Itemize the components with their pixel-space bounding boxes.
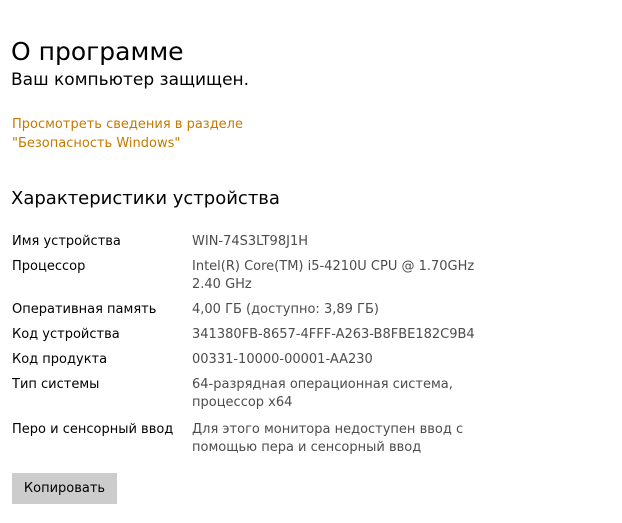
- spec-label: Перо и сенсорный ввод: [12, 422, 174, 437]
- spec-value: 341380FB-8657-4FFF-A263-B8FBE182C9B4: [192, 327, 475, 342]
- spec-label: Оперативная память: [12, 302, 157, 317]
- spec-label: Тип системы: [12, 377, 100, 392]
- spec-label: Код устройства: [12, 327, 120, 342]
- device-specs-title: Характеристики устройства: [11, 188, 280, 209]
- copy-button[interactable]: Копировать: [12, 473, 117, 504]
- protection-status: Ваш компьютер защищен.: [11, 70, 250, 90]
- spec-value: Intel(R) Core(TM) i5-4210U CPU @ 1.70GHz…: [192, 259, 475, 292]
- about-page: О программе Ваш компьютер защищен. Просм…: [0, 0, 622, 523]
- spec-label: Имя устройства: [12, 234, 121, 249]
- spec-value: Для этого монитора недоступен ввод с пом…: [192, 422, 464, 455]
- windows-security-link[interactable]: Просмотреть сведения в разделе "Безопасн…: [12, 115, 342, 153]
- spec-value: WIN-74S3LT98J1H: [192, 234, 308, 249]
- spec-label: Процессор: [12, 259, 86, 274]
- spec-value: 4,00 ГБ (доступно: 3,89 ГБ): [192, 302, 379, 317]
- spec-value: 64-разрядная операционная система, проце…: [192, 377, 453, 410]
- spec-label: Код продукта: [12, 352, 108, 367]
- spec-value: 00331-10000-00001-AA230: [192, 352, 373, 367]
- page-title: О программе: [11, 36, 184, 66]
